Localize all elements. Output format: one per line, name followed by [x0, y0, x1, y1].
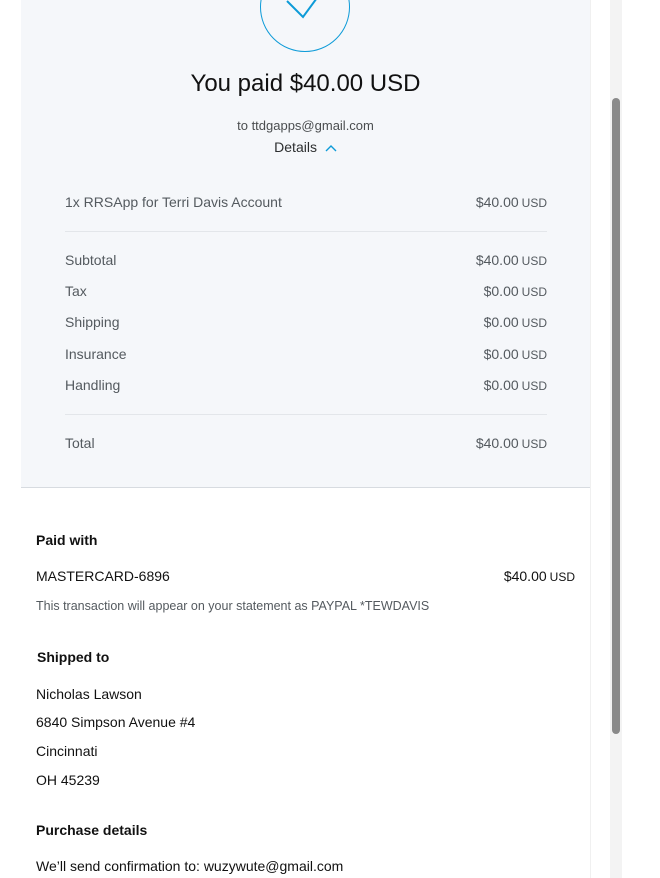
- divider: [65, 414, 547, 415]
- chevron-up-icon: [325, 139, 337, 155]
- payment-summary-panel: You paid $40.00 USD to ttdgapps@gmail.co…: [21, 0, 590, 488]
- details-label: Details: [274, 139, 317, 155]
- recipient-email: to ttdgapps@gmail.com: [237, 118, 374, 133]
- insurance-label: Insurance: [65, 346, 127, 362]
- shipping-amount: $0.00 USD: [483, 314, 547, 330]
- check-icon: [260, 0, 350, 52]
- shipped-to-heading: Shipped to: [37, 649, 110, 665]
- handling-label: Handling: [65, 377, 121, 393]
- paid-with-heading: Paid with: [36, 532, 98, 548]
- ship-street: 6840 Simpson Avenue #4: [36, 714, 196, 730]
- confirmation-text: We’ll send confirmation to: wuzywute@gma…: [36, 858, 344, 874]
- subtotal-amount: $40.00 USD: [475, 252, 547, 268]
- total-label: Total: [65, 435, 95, 451]
- paid-title: You paid $40.00 USD: [190, 70, 421, 97]
- payment-receipt-page: You paid $40.00 USD to ttdgapps@gmail.co…: [0, 0, 660, 878]
- purchase-details-heading: Purchase details: [36, 822, 148, 838]
- paid-with-amount: $40.00 USD: [503, 568, 575, 584]
- shipping-label: Shipping: [65, 314, 120, 330]
- scrollbar-thumb[interactable]: [612, 98, 620, 734]
- line-item-label: 1x RRSApp for Terri Davis Account: [65, 194, 282, 210]
- total-amount: $40.00 USD: [475, 435, 547, 451]
- statement-note: This transaction will appear on your sta…: [36, 599, 430, 613]
- divider: [65, 231, 547, 232]
- card-name: MASTERCARD-6896: [36, 568, 170, 584]
- ship-city: Cincinnati: [36, 743, 98, 759]
- handling-amount: $0.00 USD: [483, 377, 547, 393]
- tax-label: Tax: [65, 283, 87, 299]
- tax-amount: $0.00 USD: [483, 283, 547, 299]
- subtotal-label: Subtotal: [65, 252, 117, 268]
- ship-state-zip: OH 45239: [36, 772, 100, 788]
- ship-name: Nicholas Lawson: [36, 686, 142, 702]
- insurance-amount: $0.00 USD: [483, 346, 547, 362]
- details-toggle[interactable]: Details: [21, 139, 590, 155]
- line-item-amount: $40.00 USD: [475, 194, 547, 210]
